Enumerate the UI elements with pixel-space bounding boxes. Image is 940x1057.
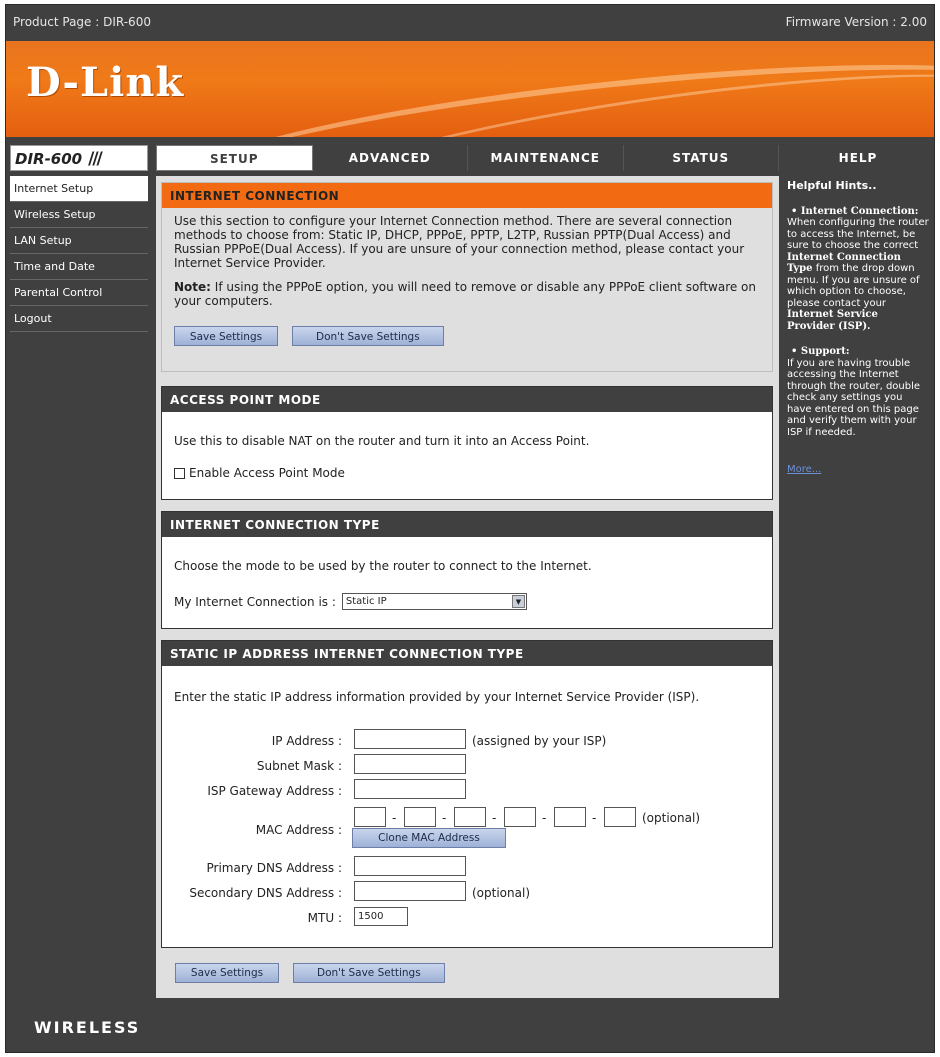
- sidebar-item-lan-setup[interactable]: LAN Setup: [10, 228, 148, 254]
- section-description: Enter the static IP address information …: [174, 690, 700, 704]
- help-internet-connection-text: When configuring the router to access th…: [787, 217, 929, 332]
- secondary-dns-label: Secondary DNS Address :: [189, 886, 342, 900]
- mtu-input[interactable]: 1500: [354, 907, 408, 926]
- primary-dns-input[interactable]: [354, 856, 466, 876]
- connection-type-label: My Internet Connection is :: [174, 594, 336, 609]
- selected-option: Static IP: [345, 595, 387, 607]
- help-support-text: If you are having trouble accessing the …: [787, 357, 921, 438]
- mac-separator: -: [442, 811, 447, 825]
- mac-octet-input[interactable]: [554, 807, 586, 827]
- mac-separator: -: [592, 811, 597, 825]
- dlink-logo: D-Link: [26, 59, 185, 106]
- internet-connection-section: INTERNET CONNECTION Use this section to …: [161, 182, 773, 372]
- mac-octet-input[interactable]: [354, 807, 386, 827]
- access-point-checkbox[interactable]: [174, 467, 185, 479]
- ip-address-label: IP Address :: [271, 734, 342, 748]
- mtu-label: MTU :: [307, 911, 342, 925]
- tab-advanced[interactable]: ADVANCED: [312, 145, 468, 171]
- note-paragraph: Note: If using the PPPoE option, you wil…: [174, 280, 760, 308]
- main-content: INTERNET CONNECTION Use this section to …: [156, 176, 779, 998]
- sidebar-item-wireless-setup[interactable]: Wireless Setup: [10, 202, 148, 228]
- sidebar-item-internet-setup[interactable]: Internet Setup: [10, 176, 148, 202]
- dns2-hint: (optional): [472, 886, 530, 900]
- gateway-input[interactable]: [354, 779, 466, 799]
- router-admin-page: Product Page : DIR-600 Firmware Version …: [5, 4, 935, 1053]
- dont-save-settings-button[interactable]: Don't Save Settings: [291, 326, 444, 346]
- tab-maintenance[interactable]: MAINTENANCE: [468, 145, 624, 171]
- note-label: Note:: [174, 280, 211, 294]
- sidebar-item-time-and-date[interactable]: Time and Date: [10, 254, 148, 280]
- model-name: DIR-600: [15, 150, 83, 168]
- help-text: When configuring the router to access th…: [787, 217, 929, 251]
- mac-octet-input[interactable]: [504, 807, 536, 827]
- help-panel: Helpful Hints.. • Internet Connection: W…: [784, 176, 932, 998]
- tab-status[interactable]: STATUS: [623, 145, 779, 171]
- access-point-mode-section: ACCESS POINT MODE Use this to disable NA…: [161, 386, 773, 500]
- mac-separator: -: [542, 811, 547, 825]
- checkbox-label: Enable Access Point Mode: [189, 466, 345, 480]
- save-settings-button[interactable]: Save Settings: [175, 963, 279, 983]
- section-title: ACCESS POINT MODE: [162, 387, 772, 412]
- help-bold-text: Internet Service Provider (ISP).: [787, 309, 878, 332]
- secondary-dns-input[interactable]: [354, 881, 466, 901]
- help-internet-connection-title: • Internet Connection:: [791, 205, 919, 217]
- mac-separator: -: [392, 811, 397, 825]
- mac-octet-input[interactable]: [604, 807, 636, 827]
- mac-address-label: MAC Address :: [255, 823, 342, 837]
- static-ip-section: STATIC IP ADDRESS INTERNET CONNECTION TY…: [161, 640, 773, 948]
- main-nav: DIR-600 /// SETUP ADVANCED MAINTENANCE ST…: [6, 143, 934, 173]
- product-page-label: Product Page : DIR-600: [13, 15, 151, 29]
- footer: WIRELESS: [6, 1002, 934, 1052]
- section-description: Use this to disable NAT on the router an…: [174, 434, 590, 448]
- section-title: STATIC IP ADDRESS INTERNET CONNECTION TY…: [162, 641, 772, 666]
- internet-connection-type-section: INTERNET CONNECTION TYPE Choose the mode…: [161, 511, 773, 629]
- mac-hint: (optional): [642, 811, 700, 825]
- mac-octet-input[interactable]: [404, 807, 436, 827]
- firmware-version-label: Firmware Version : 2.00: [785, 15, 927, 29]
- sidebar: Internet Setup Wireless Setup LAN Setup …: [10, 176, 148, 998]
- ip-address-input[interactable]: [354, 729, 466, 749]
- save-settings-button[interactable]: Save Settings: [174, 326, 278, 346]
- connection-type-select[interactable]: Static IP ▼: [341, 593, 527, 610]
- mac-separator: -: [492, 811, 497, 825]
- clone-mac-button[interactable]: Clone MAC Address: [352, 828, 506, 848]
- section-title: INTERNET CONNECTION: [162, 183, 772, 208]
- model-slashes: ///: [88, 149, 103, 169]
- help-support-title: • Support:: [791, 346, 850, 357]
- note-text: If using the PPPoE option, you will need…: [174, 280, 757, 308]
- top-info-bar: Product Page : DIR-600 Firmware Version …: [6, 5, 934, 38]
- tab-bar: SETUP ADVANCED MAINTENANCE STATUS: [156, 145, 779, 171]
- sidebar-item-logout[interactable]: Logout: [10, 306, 148, 332]
- brand-banner: D-Link: [6, 41, 934, 137]
- tab-help[interactable]: HELP: [784, 145, 932, 171]
- subnet-mask-input[interactable]: [354, 754, 466, 774]
- section-title: INTERNET CONNECTION TYPE: [162, 512, 772, 537]
- tab-setup[interactable]: SETUP: [156, 145, 313, 171]
- wireless-logo: WIRELESS: [34, 1018, 141, 1037]
- help-more-link[interactable]: More...: [787, 464, 929, 476]
- help-heading: Helpful Hints..: [787, 179, 877, 192]
- section-description: Use this section to configure your Inter…: [174, 214, 745, 270]
- gateway-label: ISP Gateway Address :: [207, 784, 342, 798]
- section-description: Choose the mode to be used by the router…: [174, 559, 592, 573]
- ip-hint: (assigned by your ISP): [472, 734, 607, 748]
- sidebar-item-parental-control[interactable]: Parental Control: [10, 280, 148, 306]
- model-badge: DIR-600 ///: [10, 145, 148, 171]
- dont-save-settings-button[interactable]: Don't Save Settings: [292, 963, 445, 983]
- primary-dns-label: Primary DNS Address :: [206, 861, 342, 875]
- chevron-down-icon[interactable]: ▼: [511, 595, 525, 608]
- mac-octet-input[interactable]: [454, 807, 486, 827]
- subnet-mask-label: Subnet Mask :: [256, 759, 342, 773]
